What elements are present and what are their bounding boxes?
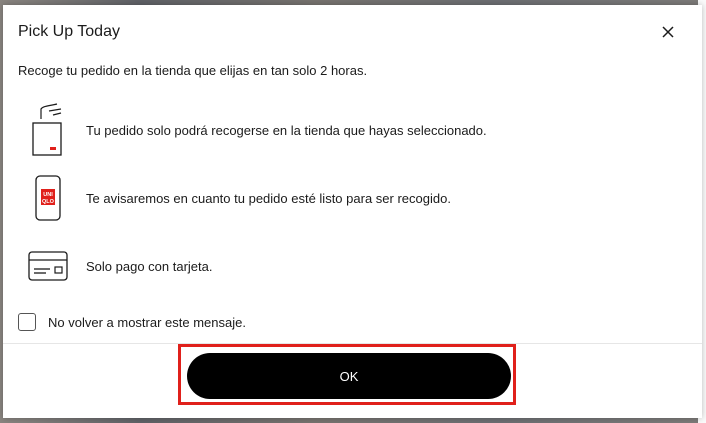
info-row-store: Tu pedido solo podrá recogerse en la tie… bbox=[18, 103, 487, 157]
dont-show-again-label: No volver a mostrar este mensaje. bbox=[48, 314, 246, 330]
ok-button[interactable]: OK bbox=[187, 353, 511, 399]
info-row-payment: Solo pago con tarjeta. bbox=[18, 251, 212, 281]
dialog-intro: Recoge tu pedido en la tienda que elijas… bbox=[18, 63, 368, 78]
info-text-store: Tu pedido solo podrá recogerse en la tie… bbox=[86, 122, 487, 138]
close-button[interactable] bbox=[657, 21, 679, 43]
phone-uniqlo-icon: UNI QLO bbox=[18, 175, 78, 221]
store-pickup-bag-icon bbox=[18, 103, 78, 157]
dont-show-again-option[interactable]: No volver a mostrar este mensaje. bbox=[18, 313, 246, 331]
info-row-notify: UNI QLO Te avisaremos en cuanto tu pedid… bbox=[18, 175, 451, 221]
dont-show-again-checkbox[interactable] bbox=[18, 313, 36, 331]
info-text-payment: Solo pago con tarjeta. bbox=[86, 258, 213, 274]
dialog-title: Pick Up Today bbox=[18, 23, 120, 40]
credit-card-icon bbox=[18, 251, 78, 281]
info-text-notify: Te avisaremos en cuanto tu pedido esté l… bbox=[86, 190, 451, 206]
close-icon bbox=[662, 26, 674, 38]
phone-logo-line2: QLO bbox=[42, 199, 55, 205]
phone-logo-line1: UNI bbox=[43, 192, 53, 198]
